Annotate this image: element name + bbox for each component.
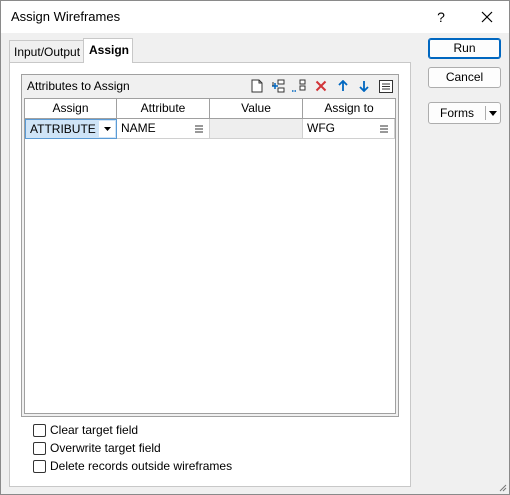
resize-grip-icon[interactable] — [498, 483, 508, 493]
assign-to-value: WFG — [307, 121, 335, 135]
checkbox-label: Overwrite target field — [50, 441, 161, 455]
help-button[interactable]: ? — [419, 1, 463, 33]
tab-input-output[interactable]: Input/Output — [9, 40, 84, 62]
forms-dropdown-button[interactable] — [486, 103, 500, 123]
value-cell[interactable] — [210, 119, 303, 139]
forms-button[interactable]: Forms — [428, 102, 501, 124]
assign-to-cell[interactable]: WFG — [303, 119, 395, 139]
clear-target-field-checkbox[interactable]: Clear target field — [33, 422, 138, 438]
close-icon — [481, 11, 493, 23]
move-up-icon[interactable] — [334, 77, 352, 95]
assign-value: ATTRIBUTE — [30, 122, 96, 136]
column-header-assign-to[interactable]: Assign to — [303, 99, 395, 119]
tab-assign[interactable]: Assign — [83, 38, 133, 63]
chevron-down-icon — [489, 110, 497, 116]
field-list-icon[interactable] — [195, 125, 203, 133]
field-list-icon[interactable] — [380, 125, 388, 133]
group-title: Attributes to Assign — [27, 79, 130, 93]
column-header-attribute[interactable]: Attribute — [117, 99, 210, 119]
cancel-button[interactable]: Cancel — [428, 67, 501, 88]
assign-dropdown-button[interactable] — [99, 121, 115, 137]
chevron-down-icon — [103, 127, 111, 131]
checkbox-label: Clear target field — [50, 423, 139, 437]
checkbox[interactable] — [33, 441, 46, 455]
new-icon[interactable] — [248, 77, 266, 95]
close-button[interactable] — [465, 1, 509, 33]
grid-header: Assign Attribute Value Assign to — [25, 99, 395, 119]
column-header-assign[interactable]: Assign — [25, 99, 117, 119]
attributes-grid: Assign Attribute Value Assign to ATTRIBU… — [24, 98, 396, 414]
run-button[interactable]: Run — [428, 38, 501, 59]
append-row-icon[interactable] — [290, 77, 308, 95]
attribute-cell[interactable]: NAME — [117, 119, 210, 139]
attribute-value: NAME — [121, 121, 156, 135]
insert-row-icon[interactable] — [269, 77, 287, 95]
column-header-value[interactable]: Value — [210, 99, 303, 119]
delete-records-outside-checkbox[interactable]: Delete records outside wireframes — [33, 458, 232, 474]
window-title: Assign Wireframes — [11, 9, 121, 24]
assign-dropdown[interactable]: ATTRIBUTE — [25, 119, 117, 139]
checkbox-label: Delete records outside wireframes — [50, 459, 233, 473]
attributes-group: Attributes to Assign Assign Attribute Va… — [21, 74, 399, 417]
forms-label: Forms — [440, 106, 474, 120]
overwrite-target-field-checkbox[interactable]: Overwrite target field — [33, 440, 161, 456]
move-down-icon[interactable] — [355, 77, 373, 95]
title-bar: Assign Wireframes ? — [1, 1, 509, 33]
checkbox[interactable] — [33, 459, 46, 473]
delete-icon[interactable] — [312, 77, 330, 95]
checkbox[interactable] — [33, 423, 46, 437]
list-icon[interactable] — [377, 77, 395, 95]
